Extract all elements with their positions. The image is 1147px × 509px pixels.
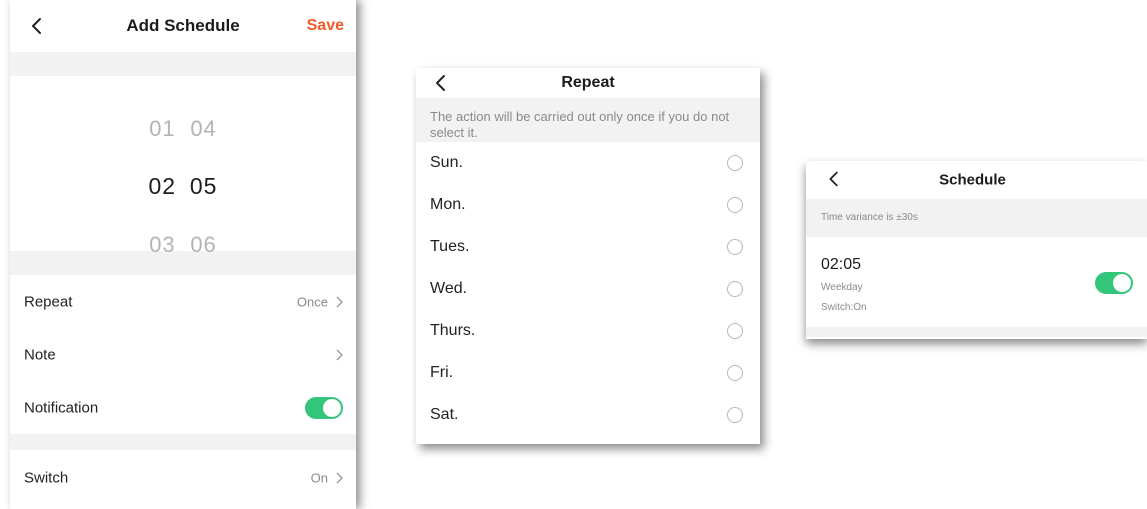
picker-minute[interactable]: 05: [187, 173, 221, 200]
note-label: Note: [24, 346, 56, 363]
day-option-thu[interactable]: Thurs.: [416, 310, 760, 352]
radio-button[interactable]: [727, 407, 743, 423]
schedule-header: Schedule: [806, 161, 1147, 199]
picker-minute[interactable]: 04: [187, 116, 221, 142]
radio-button[interactable]: [727, 323, 743, 339]
day-option-tue[interactable]: Tues.: [416, 226, 760, 268]
chevron-right-icon: [336, 472, 343, 484]
day-option-mon[interactable]: Mon.: [416, 184, 760, 226]
day-label: Mon.: [430, 196, 466, 213]
section-divider: [10, 434, 356, 450]
radio-button[interactable]: [727, 281, 743, 297]
picker-row-selected[interactable]: 02 05: [10, 173, 356, 200]
section-divider: [10, 52, 356, 76]
day-list: Sun. Mon. Tues. Wed. Thurs. Fri. Sat.: [416, 142, 760, 436]
toggle-knob: [323, 398, 341, 417]
add-schedule-screen: Add Schedule Save 01 04 02 05 03 06 Repe…: [10, 0, 356, 509]
repeat-row[interactable]: Repeat Once: [10, 275, 356, 328]
day-option-sat[interactable]: Sat.: [416, 394, 760, 436]
radio-button[interactable]: [727, 365, 743, 381]
day-option-wed[interactable]: Wed.: [416, 268, 760, 310]
chevron-right-icon: [336, 296, 343, 307]
repeat-value: Once: [296, 294, 328, 309]
time-variance-note: Time variance is ±30s: [806, 199, 1147, 237]
picker-hour[interactable]: 03: [145, 232, 179, 258]
repeat-label: Repeat: [24, 293, 73, 310]
day-option-fri[interactable]: Fri.: [416, 352, 760, 394]
schedule-switch-state: Switch:On: [821, 302, 867, 313]
day-label: Sun.: [430, 154, 463, 171]
save-button[interactable]: Save: [307, 17, 344, 35]
page-title: Repeat: [561, 74, 615, 91]
time-picker[interactable]: 01 04 02 05 03 06: [10, 76, 356, 257]
section-divider: [806, 327, 1147, 337]
radio-button[interactable]: [727, 197, 743, 213]
day-option-sun[interactable]: Sun.: [416, 142, 760, 184]
notification-label: Notification: [24, 399, 99, 416]
schedule-repeat: Weekday: [821, 282, 863, 293]
schedule-time: 02:05: [821, 256, 862, 273]
day-label: Sat.: [430, 406, 459, 423]
schedule-enable-toggle[interactable]: [1095, 272, 1133, 294]
switch-row[interactable]: Switch On: [10, 450, 356, 506]
repeat-header: Repeat: [416, 68, 760, 98]
repeat-note: The action will be carried out only once…: [416, 98, 760, 142]
notification-row: Notification: [10, 381, 356, 434]
page-title: Schedule: [939, 171, 1006, 189]
picker-hour[interactable]: 02: [145, 173, 179, 200]
switch-value: On: [310, 470, 328, 486]
picker-row-below[interactable]: 03 06: [10, 232, 356, 258]
picker-row-above[interactable]: 01 04: [10, 116, 356, 142]
schedule-item[interactable]: 02:05 Weekday Switch:On: [806, 237, 1147, 327]
picker-hour[interactable]: 01: [145, 116, 179, 142]
picker-minute[interactable]: 06: [187, 232, 221, 258]
day-label: Wed.: [430, 280, 468, 297]
switch-label: Switch: [24, 469, 69, 487]
page-title: Add Schedule: [126, 16, 240, 35]
schedule-screen: Schedule Time variance is ±30s 02:05 Wee…: [806, 161, 1147, 339]
radio-button[interactable]: [727, 239, 743, 255]
day-label: Thurs.: [430, 322, 476, 339]
repeat-screen: Repeat The action will be carried out on…: [416, 68, 760, 444]
notification-toggle[interactable]: [305, 396, 343, 419]
day-label: Tues.: [430, 238, 470, 255]
chevron-right-icon: [336, 349, 343, 360]
note-row[interactable]: Note: [10, 328, 356, 381]
add-schedule-header: Add Schedule Save: [10, 0, 356, 52]
radio-button[interactable]: [727, 155, 743, 171]
day-label: Fri.: [430, 364, 454, 381]
toggle-knob: [1113, 274, 1131, 292]
